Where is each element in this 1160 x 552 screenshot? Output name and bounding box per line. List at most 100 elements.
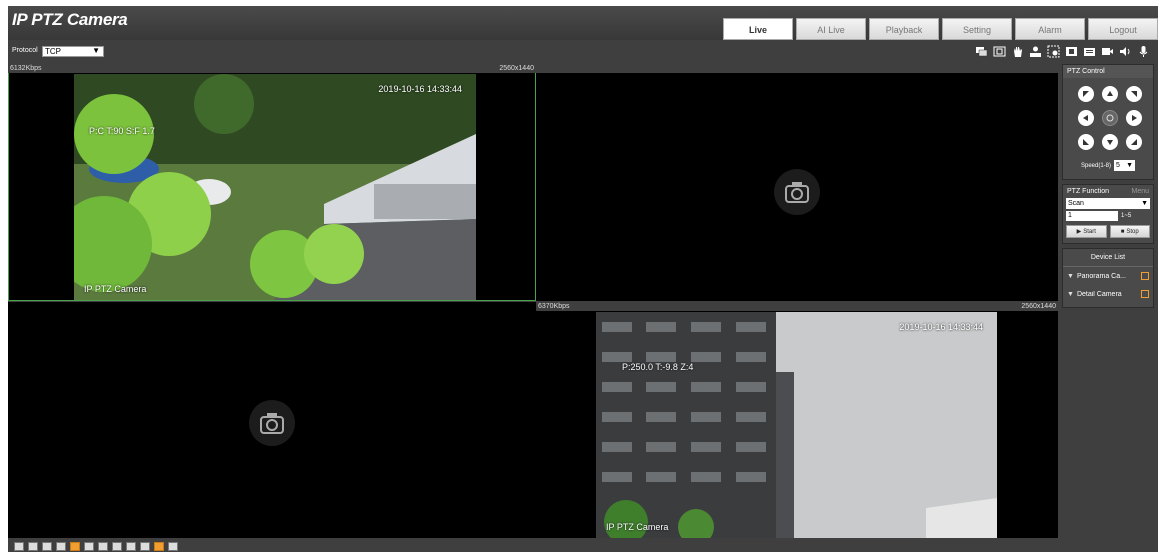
protocol-value: TCP	[45, 47, 61, 56]
device-list-title: Device List	[1063, 249, 1153, 267]
layout-4-icon[interactable]	[112, 542, 122, 551]
tab-live[interactable]: Live	[723, 18, 793, 40]
window-marker-icon	[1141, 290, 1149, 298]
main-frame: IP PTZ Camera Live AI Live Playback Sett…	[8, 6, 1158, 552]
layout-3-icon[interactable]	[98, 542, 108, 551]
ptz-function-range: 1~5	[1121, 213, 1132, 219]
ptz-home-button[interactable]	[1102, 110, 1118, 126]
fit-window-icon[interactable]	[28, 542, 38, 551]
ptz-function-box: PTZ Function Menu Scan ▼ 1 1~5 ▶ Start ■…	[1062, 184, 1154, 244]
building-scene-image	[596, 312, 997, 538]
layout-2-icon[interactable]	[84, 542, 94, 551]
stop-label: Stop	[1126, 228, 1139, 235]
zoom-in-icon[interactable]	[42, 542, 52, 551]
pane-status-bar: 6132Kbps 2560x1440	[8, 64, 536, 73]
camera-device-icon: ▼	[1067, 290, 1074, 298]
ptz-function-buttons: ▶ Start ■ Stop	[1063, 223, 1153, 243]
ptz-left-button[interactable]	[1078, 110, 1094, 126]
hand-icon[interactable]	[1011, 45, 1024, 58]
record-icon[interactable]	[1101, 45, 1114, 58]
chevron-down-icon: ▼	[1141, 200, 1148, 207]
ptz-down-left-button[interactable]	[1078, 134, 1094, 150]
ptz-function-select[interactable]: Scan ▼	[1066, 198, 1150, 209]
header: IP PTZ Camera Live AI Live Playback Sett…	[8, 6, 1158, 40]
chevron-down-icon: ▼	[92, 46, 100, 55]
ptz-position-osd: P:250.0 T:-9.8 Z:4	[622, 362, 694, 372]
app-root: IP PTZ Camera Live AI Live Playback Sett…	[0, 0, 1160, 552]
ptz-up-right-button[interactable]	[1126, 86, 1142, 102]
ptz-direction-pad	[1063, 78, 1153, 158]
video-grid: 6132Kbps 2560x1440 2019-10-16 14:33:44 P…	[8, 64, 1058, 538]
ptz-right-button[interactable]	[1126, 110, 1142, 126]
ptz-control-title: PTZ Control	[1063, 65, 1153, 78]
tab-setting[interactable]: Setting	[942, 18, 1012, 40]
device-list-box: Device List ▼ Panorama Ca... ▼ Detail Ca…	[1062, 248, 1154, 308]
device-item-detail[interactable]: ▼ Detail Camera	[1063, 285, 1153, 303]
video-pane-2[interactable]	[536, 64, 1058, 301]
pane-status-bar: 6370Kbps 2560x1440	[536, 302, 1058, 311]
tab-bar: Live AI Live Playback Setting Alarm Logo…	[723, 18, 1158, 40]
ptz-control-box: PTZ Control Speed(1-8) 5 ▼	[1062, 64, 1154, 180]
speed-label: Speed(1-8)	[1080, 162, 1112, 169]
camera-feed-garden: 2019-10-16 14:33:44 P:C T:90 S:F 1.7 IP …	[74, 74, 476, 300]
device-label: Panorama Ca...	[1076, 272, 1126, 280]
bitrate-label: 6370Kbps	[538, 303, 570, 310]
ptz-up-button[interactable]	[1102, 86, 1118, 102]
stop-icon: ■	[1120, 228, 1125, 235]
microphone-icon[interactable]	[1137, 45, 1150, 58]
layout-8-icon[interactable]	[168, 542, 178, 551]
speed-select[interactable]: 5 ▼	[1114, 160, 1136, 171]
resolution-label: 2560x1440	[1021, 303, 1056, 310]
app-title: IP PTZ Camera	[12, 10, 128, 29]
layout-5-icon[interactable]	[126, 542, 136, 551]
ptz-function-input-row: 1 1~5	[1063, 209, 1153, 223]
ptz-down-button[interactable]	[1102, 134, 1118, 150]
start-button[interactable]: ▶ Start	[1066, 225, 1107, 238]
speed-row: Speed(1-8) 5 ▼	[1063, 158, 1153, 179]
protocol-label: Protocol	[12, 47, 38, 54]
layout-6-icon[interactable]	[140, 542, 150, 551]
fullscreen-icon[interactable]	[993, 45, 1006, 58]
tab-alarm[interactable]: Alarm	[1015, 18, 1085, 40]
layout-toolbar	[14, 542, 178, 551]
person-icon[interactable]	[1029, 45, 1042, 58]
toolbar: Protocol TCP ▼	[8, 42, 1158, 62]
ptz-position-osd: P:C T:90 S:F 1.7	[89, 126, 155, 136]
triple-snapshot-icon[interactable]	[1083, 45, 1096, 58]
snapshot-icon[interactable]	[1065, 45, 1078, 58]
zoom-icon[interactable]	[1047, 45, 1060, 58]
layout-1-icon[interactable]	[70, 542, 80, 551]
tab-ai-live[interactable]: AI Live	[796, 18, 866, 40]
bitrate-label: 6132Kbps	[10, 65, 42, 72]
tab-ptz-function[interactable]: PTZ Function	[1067, 188, 1109, 195]
ptz-function-value: Scan	[1068, 200, 1084, 207]
original-scale-icon[interactable]	[14, 542, 24, 551]
camera-device-icon: ▼	[1067, 272, 1074, 280]
ptz-up-left-button[interactable]	[1078, 86, 1094, 102]
window-switch-icon[interactable]	[975, 45, 988, 58]
protocol-select[interactable]: TCP ▼	[42, 46, 104, 57]
ptz-function-tabs: PTZ Function Menu	[1063, 185, 1153, 198]
tab-logout[interactable]: Logout	[1088, 18, 1158, 40]
ptz-function-number-input[interactable]: 1	[1066, 211, 1118, 221]
camera-feed-building: 2019-10-16 14:33:44 P:250.0 T:-9.8 Z:4 I…	[596, 312, 997, 538]
chevron-down-icon: ▼	[1126, 162, 1134, 169]
device-item-panorama[interactable]: ▼ Panorama Ca...	[1063, 267, 1153, 285]
tab-playback[interactable]: Playback	[869, 18, 939, 40]
camera-icon	[774, 169, 820, 215]
video-pane-1[interactable]: 6132Kbps 2560x1440 2019-10-16 14:33:44 P…	[8, 64, 536, 301]
video-pane-3[interactable]	[8, 302, 536, 538]
timestamp-osd: 2019-10-16 14:33:44	[378, 84, 462, 94]
video-pane-4[interactable]: 6370Kbps 2560x1440 2019-10-16 14:33:44 P…	[536, 302, 1058, 538]
layout-7-icon[interactable]	[154, 542, 164, 551]
stop-button[interactable]: ■ Stop	[1109, 225, 1150, 238]
timestamp-osd: 2019-10-16 14:33:44	[899, 322, 983, 332]
ptz-down-right-button[interactable]	[1126, 134, 1142, 150]
tab-menu[interactable]: Menu	[1131, 188, 1149, 195]
camera-icon	[249, 400, 295, 446]
zoom-out-icon[interactable]	[56, 542, 66, 551]
camera-name-osd: IP PTZ Camera	[84, 284, 147, 294]
audio-icon[interactable]	[1119, 45, 1132, 58]
camera-name-osd: IP PTZ Camera	[606, 522, 669, 532]
window-marker-icon	[1141, 272, 1149, 280]
